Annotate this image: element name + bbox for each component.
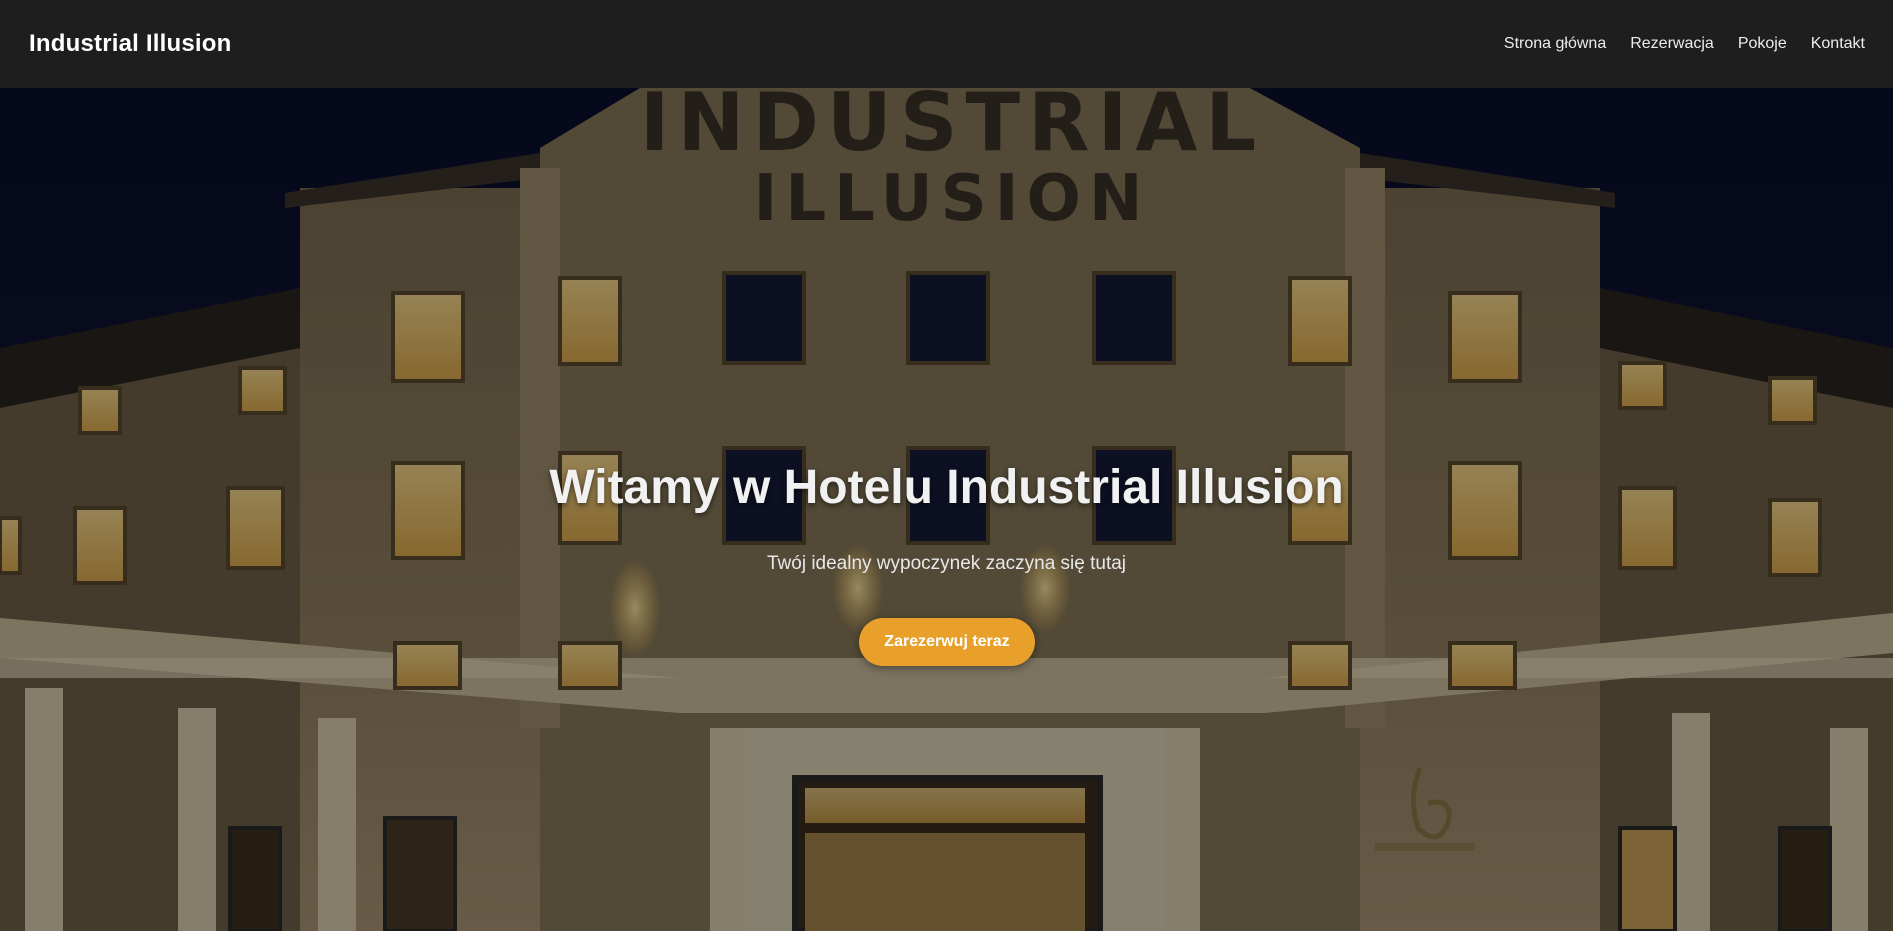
hero-section: INDUSTRIAL ILLUSION Witamy w Hotelu Indu… <box>0 88 1893 931</box>
book-now-button[interactable]: Zarezerwuj teraz <box>859 618 1035 666</box>
nav-link-contact[interactable]: Kontakt <box>1811 35 1865 53</box>
brand-logo[interactable]: Industrial Illusion <box>29 30 231 58</box>
hero-title: Witamy w Hotelu Industrial Illusion <box>549 461 1344 514</box>
nav-link-reservation[interactable]: Rezerwacja <box>1630 35 1714 53</box>
nav-link-home[interactable]: Strona główna <box>1504 35 1606 53</box>
hero-subtitle: Twój idealny wypoczynek zaczyna się tuta… <box>766 553 1127 574</box>
navbar: Industrial Illusion Strona główna Rezerw… <box>0 0 1893 88</box>
nav-link-rooms[interactable]: Pokoje <box>1738 35 1787 53</box>
nav-links: Strona główna Rezerwacja Pokoje Kontakt <box>1504 35 1865 53</box>
